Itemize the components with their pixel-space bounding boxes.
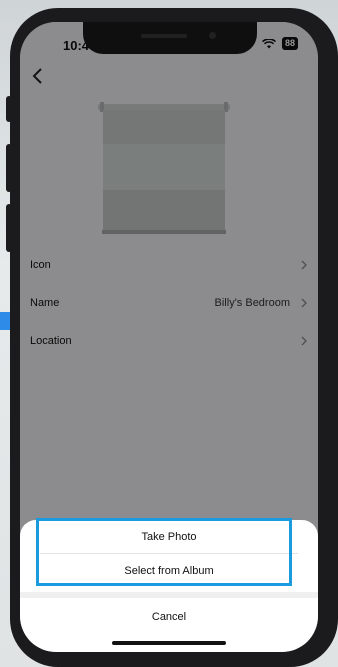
phone-screen: 10:45 88 Icon Name Billy's Bedroom Locat…: [20, 22, 318, 652]
take-photo-button[interactable]: Take Photo: [20, 520, 318, 554]
sheet-separator: [20, 592, 318, 598]
home-indicator: [112, 641, 226, 645]
photo-action-sheet: Take Photo Select from Album Cancel: [20, 518, 318, 652]
select-from-album-button[interactable]: Select from Album: [20, 554, 318, 588]
cancel-button[interactable]: Cancel: [20, 600, 318, 634]
